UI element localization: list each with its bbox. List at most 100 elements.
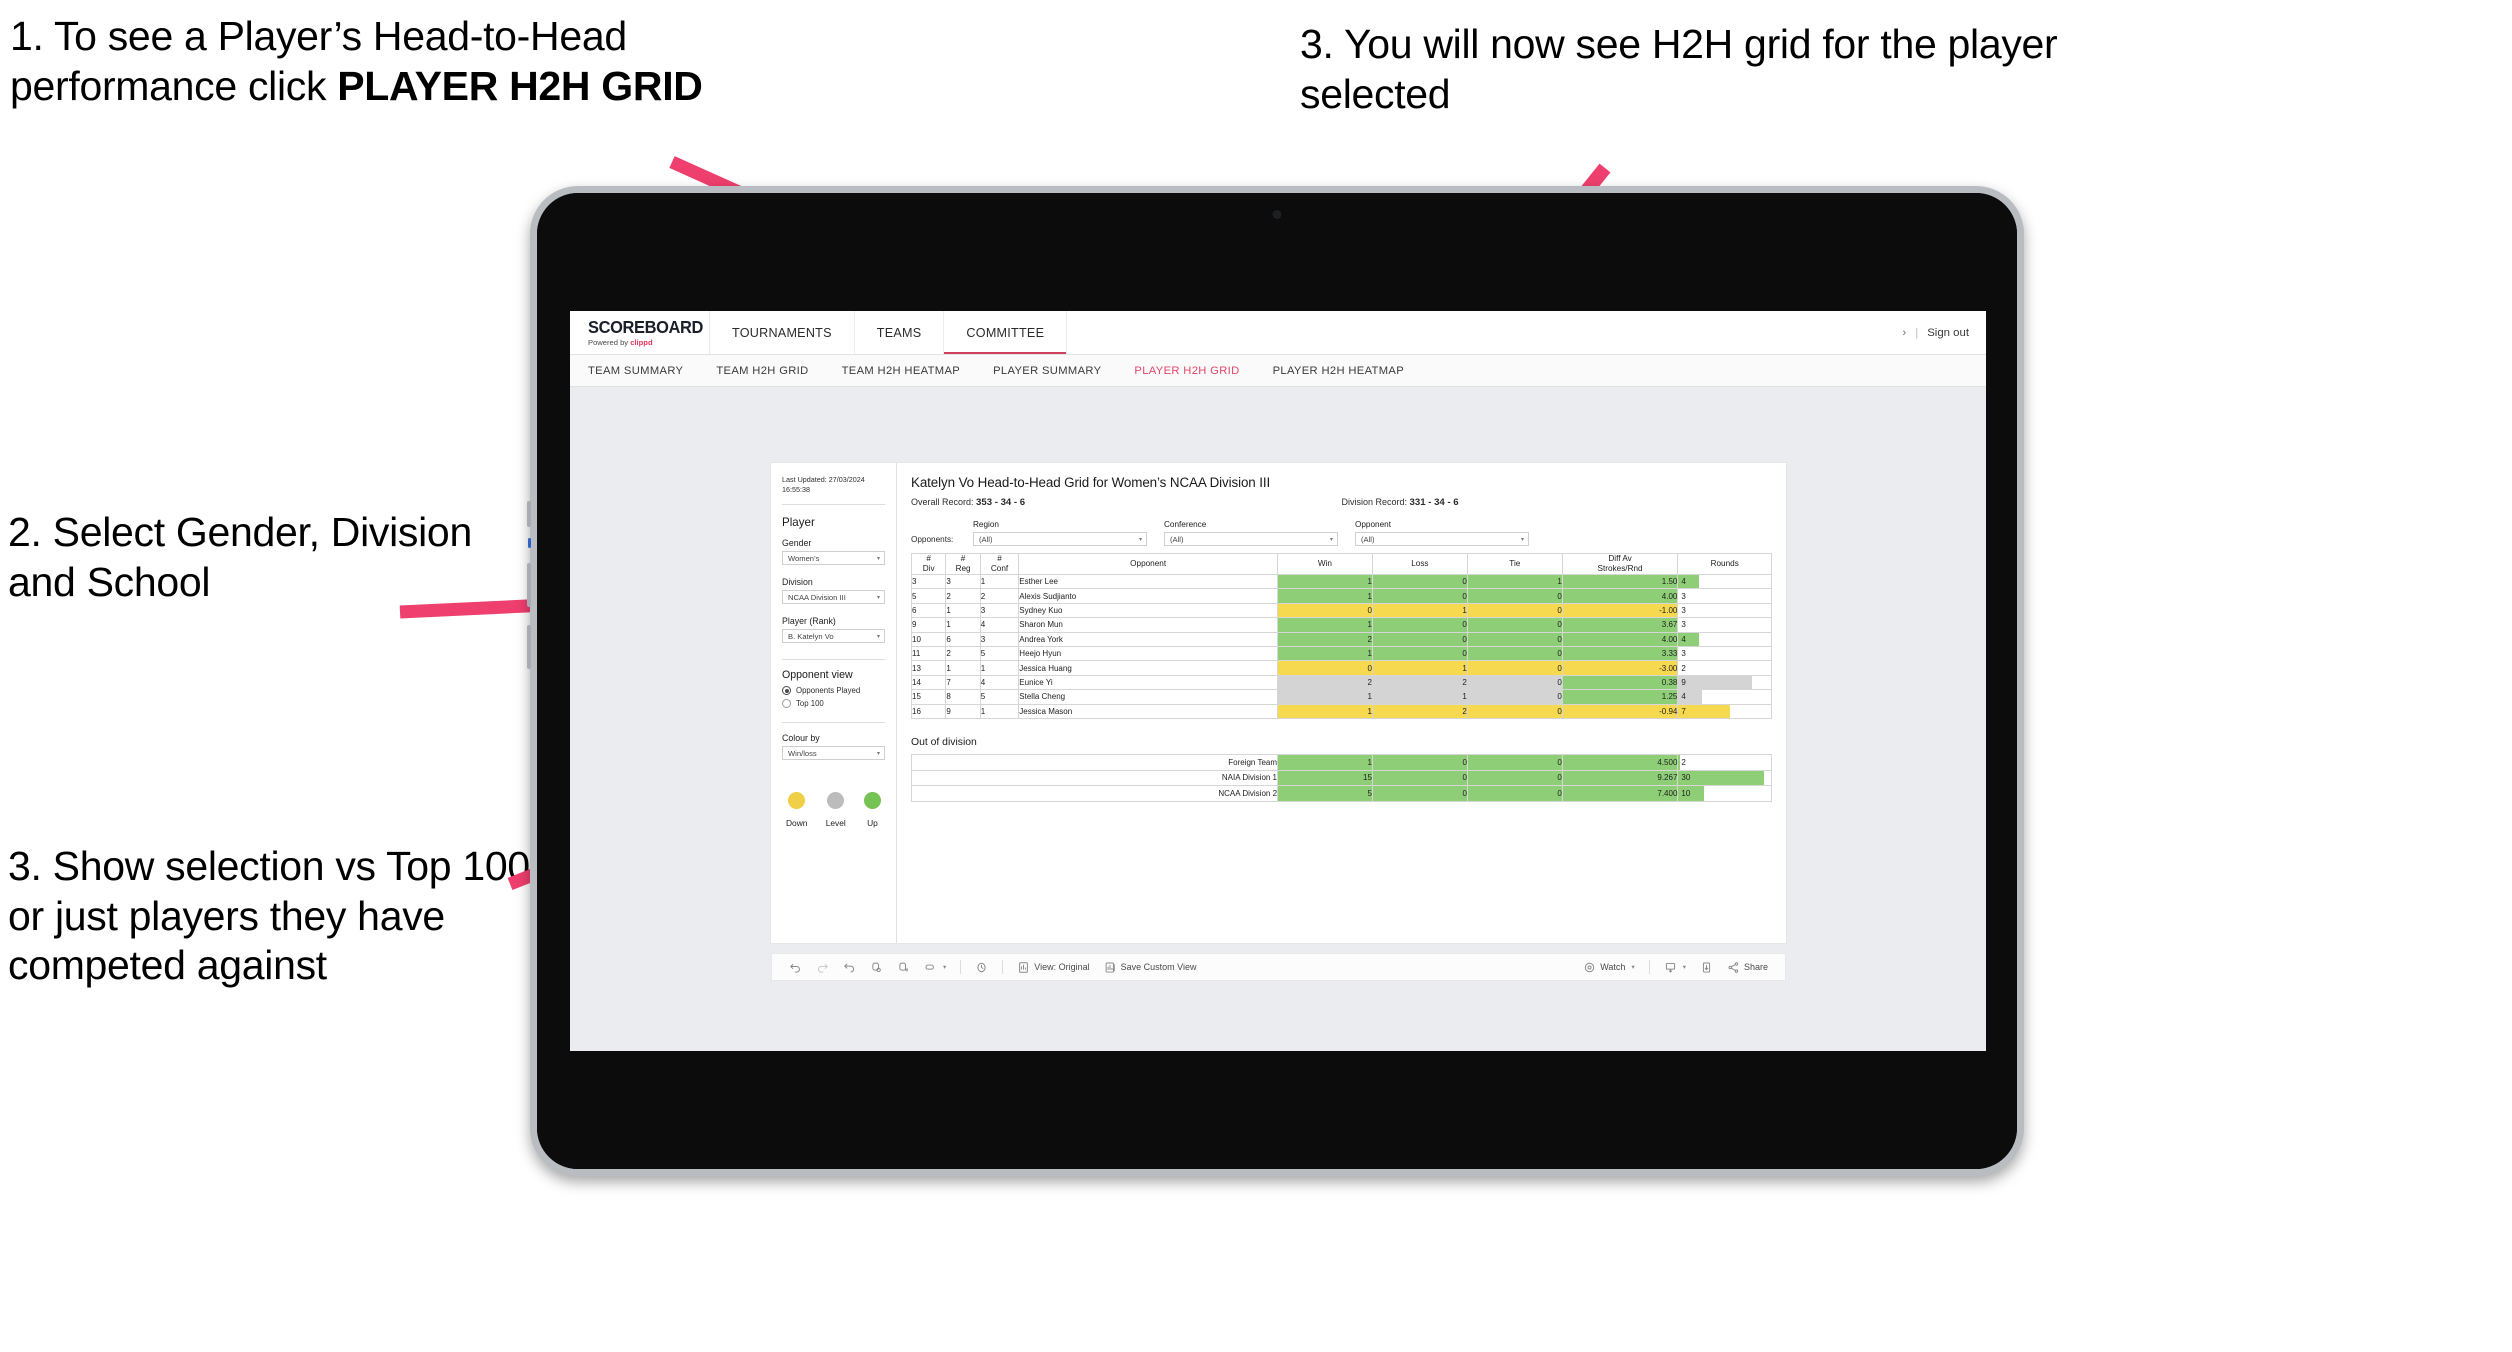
col-win[interactable]: Win <box>1276 553 1373 575</box>
table-row[interactable]: 3 3 1 Esther Lee 1 0 1 1.50 4 <box>911 573 1772 590</box>
cell-opponent: Esther Lee <box>1018 573 1278 590</box>
overall-record: Overall Record: 353 - 34 - 6 <box>911 497 1342 508</box>
tablet-screen-bezel: SCOREBOARD Powered by clippd TOURNAMENTS… <box>537 193 2017 1169</box>
col-diff[interactable]: Diff Av Strokes/Rnd <box>1561 553 1679 575</box>
cell-tie: 0 <box>1466 645 1563 662</box>
view-original-button[interactable]: View: Original <box>1010 961 1096 974</box>
division-select[interactable]: NCAA Division III ▾ <box>782 590 885 605</box>
refresh-icon <box>870 961 883 974</box>
cell-opponent: Alexis Sudjianto <box>1018 588 1278 604</box>
cell-tie: 1 <box>1466 573 1563 590</box>
out-of-division-row[interactable]: NCAA Division 2 5 0 0 7.400 10 <box>910 785 1772 802</box>
save-custom-view-button[interactable]: Save Custom View <box>1097 961 1204 974</box>
table-row[interactable]: 6 1 3 Sydney Kuo 0 1 0 -1.00 3 <box>911 602 1772 619</box>
revert-button[interactable] <box>836 961 863 974</box>
tab-player-h2h-grid[interactable]: PLAYER H2H GRID <box>1134 365 1239 377</box>
tab-player-summary[interactable]: PLAYER SUMMARY <box>993 365 1101 377</box>
col-opponent[interactable]: Opponent <box>1018 553 1278 575</box>
pause-auto-update-button[interactable] <box>968 961 995 974</box>
table-row[interactable]: 16 9 1 Jessica Mason 1 2 0 -0.94 7 <box>911 703 1772 719</box>
tab-team-summary[interactable]: TEAM SUMMARY <box>588 365 683 377</box>
colour-by-select[interactable]: Win/loss ▾ <box>782 746 885 761</box>
tablet-device-frame: SCOREBOARD Powered by clippd TOURNAMENTS… <box>527 186 2024 1176</box>
cell-win: 1 <box>1276 573 1373 590</box>
table-row[interactable]: 5 2 2 Alexis Sudjianto 1 0 0 4.00 3 <box>911 588 1772 604</box>
region-label: Region <box>973 520 999 529</box>
cell-tie: 0 <box>1466 602 1563 619</box>
cell-opponent: Jessica Mason <box>1018 703 1278 719</box>
col-reg[interactable]: # Reg <box>945 553 981 575</box>
table-row[interactable]: 13 1 1 Jessica Huang 0 1 0 -3.00 2 <box>911 660 1772 676</box>
out-of-division-row[interactable]: Foreign Team 1 0 0 4.500 2 <box>910 754 1772 771</box>
table-row[interactable]: 1822Euna Lee010-5.002 <box>911 717 1772 719</box>
redo-button[interactable] <box>809 961 836 974</box>
col-rounds[interactable]: Rounds <box>1677 553 1772 575</box>
player-rank-select[interactable]: B. Katelyn Vo ▾ <box>782 629 885 644</box>
radio-top-100[interactable]: Top 100 <box>782 699 885 709</box>
cell-win: 1 <box>1276 703 1373 719</box>
undo-button[interactable] <box>782 961 809 974</box>
table-row[interactable]: 15 8 5 Stella Cheng 1 1 0 1.25 4 <box>911 689 1772 705</box>
device-preview-button[interactable]: ▾ <box>917 961 953 974</box>
toolbar-separator <box>1002 960 1004 974</box>
topnav-item-tournaments[interactable]: TOURNAMENTS <box>710 311 855 354</box>
cell-loss: 1 <box>1371 660 1468 676</box>
watch-button[interactable]: Watch ▾ <box>1576 961 1641 974</box>
col-tie-l1: Tie <box>1509 559 1521 568</box>
opponent-select[interactable]: (All) ▾ <box>1355 532 1529 546</box>
gender-select[interactable]: Women’s ▾ <box>782 551 885 566</box>
share-button[interactable]: Share <box>1720 961 1775 974</box>
topnav-spacer <box>1067 311 1902 354</box>
pause-icon <box>897 961 910 974</box>
watch-label: Watch <box>1600 962 1626 972</box>
cell-win: 5 <box>1277 785 1373 802</box>
region-filter: Region (All) ▾ <box>973 520 1147 546</box>
cell-rounds: 3 <box>1677 588 1772 604</box>
table-row[interactable]: 11 2 5 Heejo Hyun 1 0 0 3.33 3 <box>911 645 1772 662</box>
col-conf[interactable]: # Conf <box>979 553 1020 575</box>
cell-loss: 1 <box>1371 602 1468 619</box>
col-tie[interactable]: Tie <box>1466 553 1563 575</box>
tab-team-h2h-heatmap[interactable]: TEAM H2H HEATMAP <box>842 365 961 377</box>
cell-tie: 0 <box>1466 660 1563 676</box>
col-loss[interactable]: Loss <box>1371 553 1468 575</box>
chevron-down-icon: ▾ <box>876 594 880 601</box>
opponent-filter: Opponent (All) ▾ <box>1355 520 1529 546</box>
cell-diff: -5.00 <box>1561 717 1679 719</box>
logo-subtitle: Powered by clippd <box>588 338 709 347</box>
topnav-item-teams[interactable]: TEAMS <box>855 311 945 354</box>
region-select[interactable]: (All) ▾ <box>973 532 1147 546</box>
cell-loss: 0 <box>1371 785 1468 802</box>
h2h-table-scroll-area[interactable]: # Div # Reg # Conf Opponent Win Loss Tie Di… <box>911 553 1772 719</box>
table-row[interactable]: 14 7 4 Eunice Yi 2 2 0 0.38 9 <box>911 674 1772 691</box>
radio-icon-selected <box>782 686 791 696</box>
divider <box>782 659 885 661</box>
scoreboard-logo[interactable]: SCOREBOARD Powered by clippd <box>570 311 710 354</box>
col-diff-l2: Strokes/Rnd <box>1597 564 1643 573</box>
division-value: NCAA Division III <box>788 592 846 602</box>
cell-loss: 1 <box>1371 717 1468 719</box>
table-row[interactable]: 10 6 3 Andrea York 2 0 0 4.00 4 <box>911 631 1772 647</box>
viz-title: Katelyn Vo Head-to-Head Grid for Women’s… <box>911 475 1271 490</box>
sign-out-link[interactable]: Sign out <box>1927 327 1969 339</box>
topnav-item-committee[interactable]: COMMITTEE <box>944 311 1068 354</box>
radio-opponents-played[interactable]: Opponents Played <box>782 686 885 696</box>
refresh-button[interactable] <box>863 961 890 974</box>
pause-updates-button[interactable] <box>890 961 917 974</box>
cell-win: 0 <box>1276 717 1373 719</box>
out-of-division-row[interactable]: NAIA Division 1 15 0 0 9.267 30 <box>910 769 1772 787</box>
col-win-l1: Win <box>1317 559 1332 568</box>
subscribe-button[interactable]: ▾ <box>1657 961 1693 974</box>
logo-title: SCOREBOARD <box>588 316 704 337</box>
cell-opponent: Heejo Hyun <box>1018 645 1278 662</box>
conference-select[interactable]: (All) ▾ <box>1164 532 1338 546</box>
tab-team-h2h-grid[interactable]: TEAM H2H GRID <box>716 365 808 377</box>
region-value: (All) <box>979 534 993 544</box>
tab-player-h2h-heatmap[interactable]: PLAYER H2H HEATMAP <box>1273 365 1404 377</box>
cell-conf: 1 <box>979 660 1020 676</box>
cell-win: 1 <box>1276 588 1373 604</box>
download-button[interactable] <box>1693 961 1720 974</box>
table-row[interactable]: 9 1 4 Sharon Mun 1 0 0 3.67 3 <box>911 617 1772 633</box>
col-div[interactable]: # Div <box>911 553 947 575</box>
cell-opponent: Eunice Yi <box>1018 674 1278 691</box>
